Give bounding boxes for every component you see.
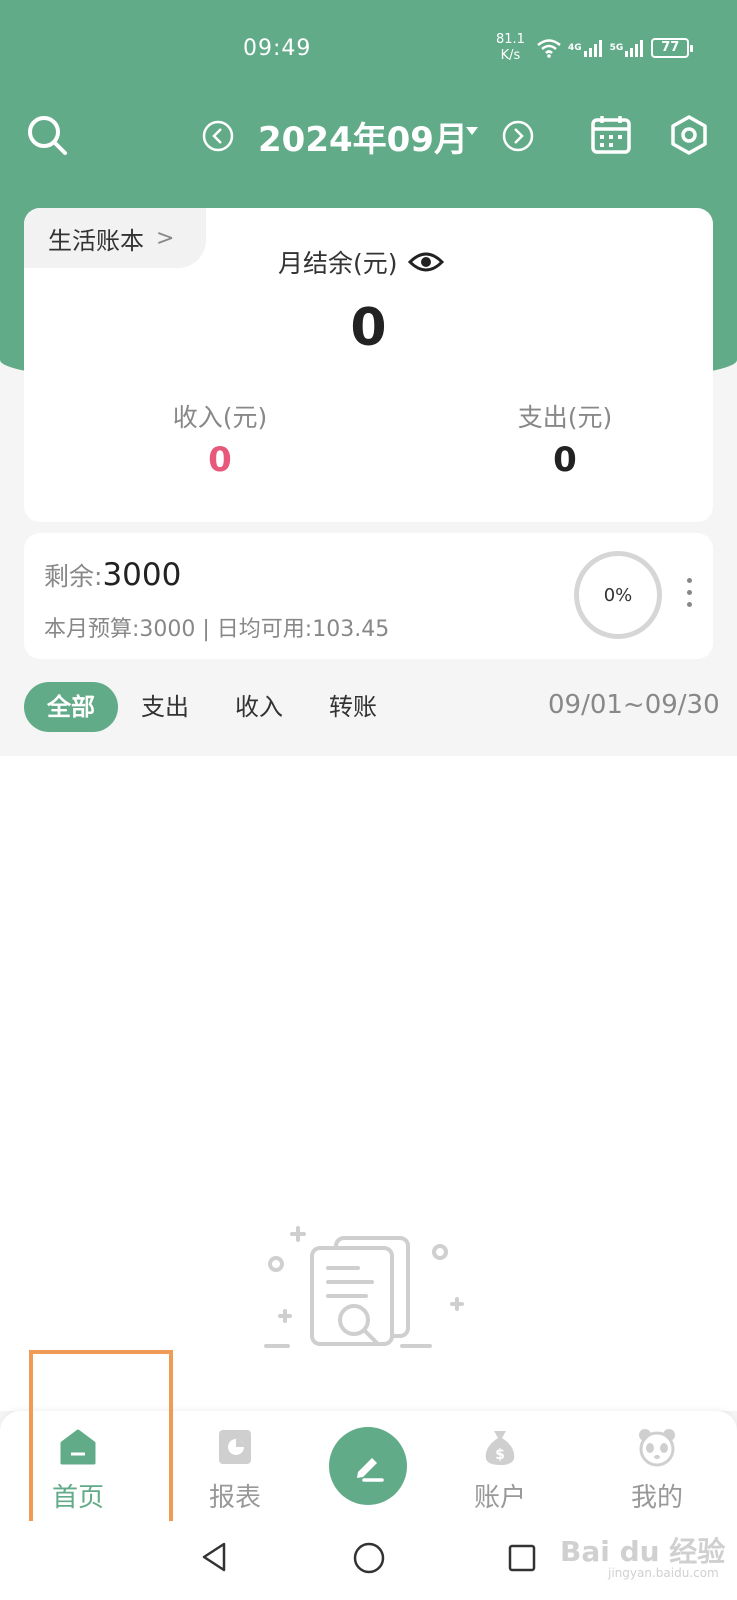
month-selector[interactable]: 2024年09月 — [258, 112, 468, 161]
filter-tab-income[interactable]: 收入 — [224, 682, 294, 732]
panda-icon — [639, 1429, 675, 1467]
nav-report[interactable]: 报表 — [175, 1411, 295, 1521]
network-speed: 81.1 K/s — [496, 32, 525, 63]
expense-value: 0 — [553, 440, 577, 480]
more-options-icon[interactable] — [687, 578, 693, 614]
calendar-icon[interactable] — [590, 114, 632, 156]
account-book-name: 生活账本 — [48, 226, 144, 255]
edit-icon — [357, 1458, 384, 1482]
balance-value: 0 — [350, 298, 387, 358]
budget-remaining-label: 剩余: — [44, 562, 103, 591]
prev-month-icon[interactable] — [202, 120, 234, 152]
income-label: 收入(元) — [172, 403, 268, 432]
month-dropdown-caret-icon[interactable] — [466, 127, 478, 135]
battery-indicator: 77 — [651, 38, 694, 58]
expense-label: 支出(元) — [517, 403, 613, 432]
chevron-right-icon: > — [156, 225, 175, 251]
search-icon[interactable] — [26, 114, 68, 156]
nav-mine-label: 我的 — [630, 1483, 683, 1513]
watermark-url: jingyan.baidu.com — [608, 1566, 719, 1580]
money-bag-icon: $ — [485, 1431, 515, 1465]
next-month-icon[interactable] — [502, 120, 534, 152]
date-range[interactable]: 09/01~09/30 — [548, 690, 720, 720]
budget-remaining: 剩余:3000 — [44, 557, 181, 593]
settings-icon[interactable] — [668, 114, 710, 156]
svg-text:$: $ — [495, 1447, 505, 1463]
eye-icon[interactable] — [407, 250, 444, 274]
income-value: 0 — [208, 440, 232, 480]
balance-label: 月结余(元) — [278, 249, 398, 278]
highlight-annotation-box — [29, 1350, 173, 1537]
status-bar: 09:49 81.1 K/s 4G 5G 77 — [0, 0, 737, 90]
add-record-button[interactable] — [329, 1427, 407, 1505]
nav-account-label: 账户 — [473, 1483, 526, 1513]
monthly-summary-card: 生活账本 > 月结余(元) 0 收入(元) 0 支出(元) 0 — [24, 208, 713, 522]
recent-apps-icon[interactable] — [507, 1543, 537, 1573]
budget-remaining-value: 3000 — [102, 557, 182, 593]
back-icon[interactable] — [200, 1541, 228, 1573]
nav-report-label: 报表 — [208, 1483, 261, 1513]
budget-progress-ring: 0% — [574, 551, 662, 639]
account-book-selector[interactable]: 生活账本 > — [24, 208, 206, 268]
filter-tab-transfer[interactable]: 转账 — [318, 682, 388, 732]
signal-icon-1 — [583, 40, 602, 57]
watermark-logo: Bai du 经验 — [560, 1535, 726, 1568]
budget-detail: 本月预算:3000 | 日均可用:103.45 — [44, 617, 390, 642]
filter-tab-all[interactable]: 全部 — [24, 682, 118, 732]
network-5g-label: 5G — [609, 43, 624, 53]
status-icons: 4G 5G 77 — [536, 38, 694, 58]
budget-percent: 0% — [603, 584, 633, 606]
report-icon — [219, 1430, 251, 1464]
empty-state-icon — [264, 1226, 464, 1348]
nav-account[interactable]: $ 账户 — [440, 1411, 560, 1521]
network-4g-label: 4G — [568, 43, 582, 53]
balance-label-row: 月结余(元) — [278, 244, 444, 280]
budget-card[interactable]: 剩余:3000 本月预算:3000 | 日均可用:103.45 0% — [24, 533, 713, 659]
home-button-icon[interactable] — [352, 1541, 386, 1575]
signal-icon-2 — [625, 40, 644, 57]
wifi-icon — [537, 39, 561, 58]
nav-mine[interactable]: 我的 — [597, 1411, 717, 1521]
status-time: 09:49 — [243, 36, 312, 61]
filter-tab-expense[interactable]: 支出 — [130, 682, 200, 732]
transaction-list — [0, 756, 737, 1411]
